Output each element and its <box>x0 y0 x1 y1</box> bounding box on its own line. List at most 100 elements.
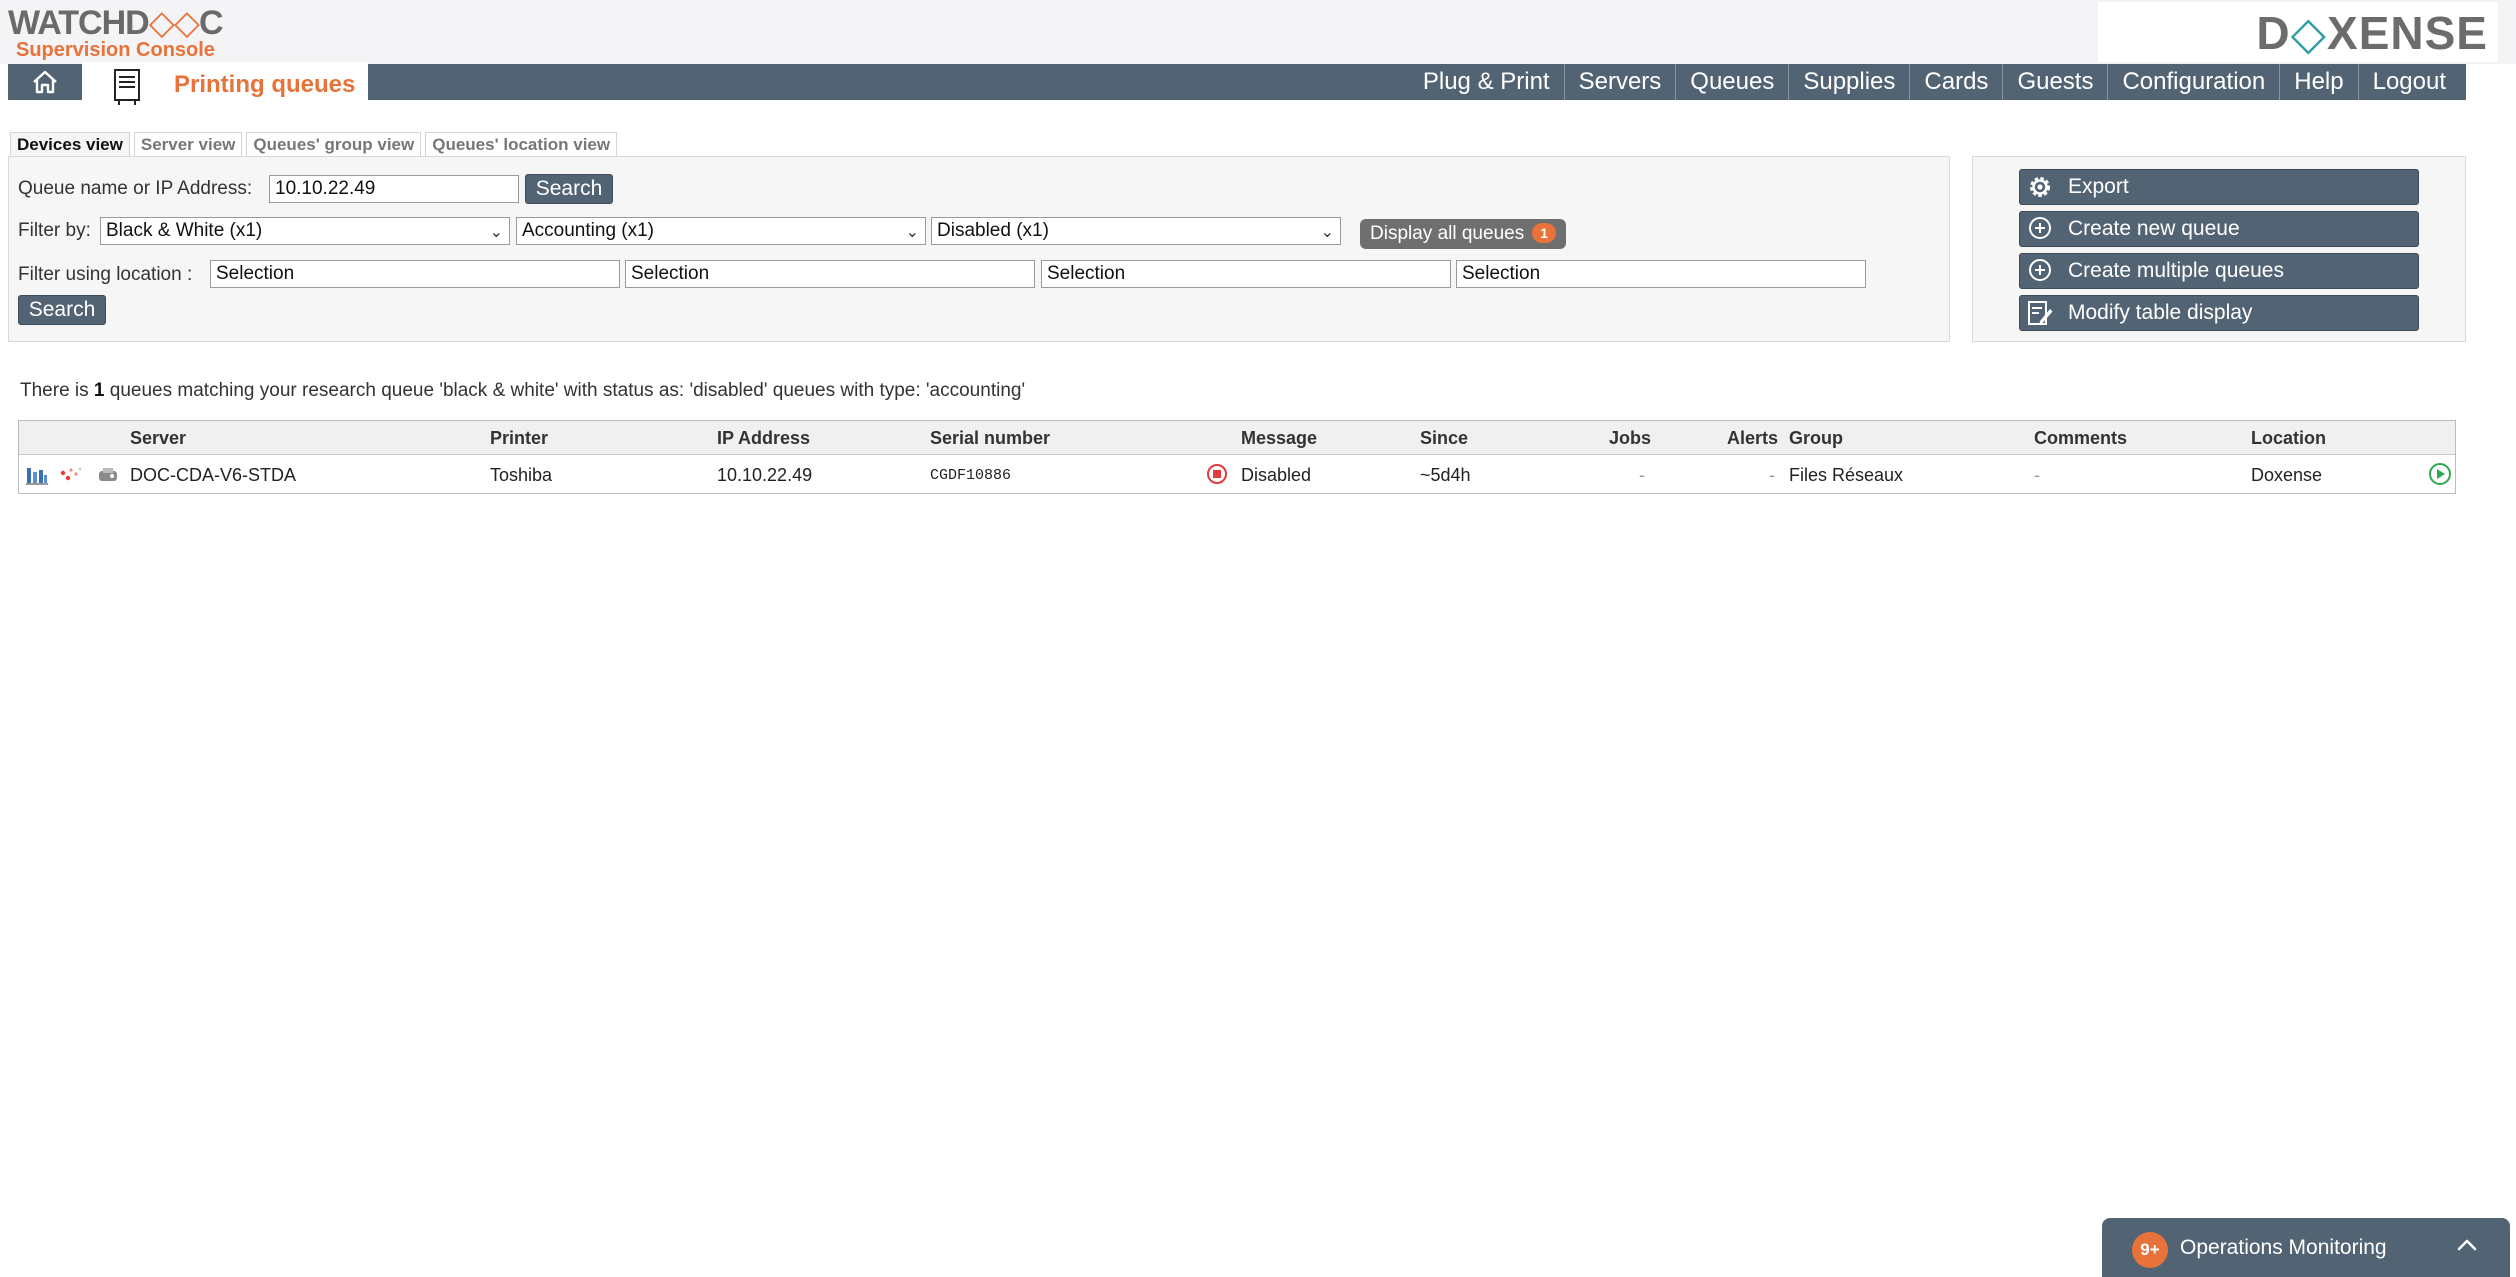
filter-by-label: Filter by: <box>18 220 91 241</box>
play-enable-icon[interactable] <box>2428 462 2452 486</box>
cell-server[interactable]: DOC-CDA-V6-STDA <box>130 465 296 486</box>
col-ip-address[interactable]: IP Address <box>717 428 810 449</box>
modify-table-display-button[interactable]: Modify table display <box>2019 295 2419 331</box>
operations-monitoring-panel[interactable]: 9+ Operations Monitoring <box>2102 1218 2510 1277</box>
doxense-logo: D◇XENSE <box>2098 2 2498 62</box>
nav-item-help[interactable]: Help <box>2279 64 2357 100</box>
queues-table: Server Printer IP Address Serial number … <box>18 420 2456 494</box>
filter-status-value: Disabled (x1) <box>937 220 1049 241</box>
home-button[interactable] <box>8 64 82 100</box>
table-header: Server Printer IP Address Serial number … <box>19 421 2455 455</box>
disabled-status-icon <box>1207 464 1227 484</box>
filter-queue-type-value: Accounting (x1) <box>522 220 655 241</box>
top-header: WATCHD◇◇C Supervision Console D◇XENSE <box>0 0 2516 64</box>
result-prefix: There is <box>20 380 89 401</box>
tab-queues-group-view[interactable]: Queues' group view <box>246 132 422 156</box>
queue-search-label: Queue name or IP Address: <box>18 178 253 199</box>
filter-panel: Queue name or IP Address: Search Filter … <box>8 156 1950 342</box>
display-all-queues-label: Display all queues <box>1370 223 1525 244</box>
create-multiple-queues-label: Create multiple queues <box>2068 259 2284 282</box>
col-serial-number[interactable]: Serial number <box>930 428 1050 449</box>
queue-search-input[interactable] <box>269 175 519 203</box>
search-button[interactable]: Search <box>525 174 613 204</box>
cell-alerts: - <box>1769 465 1775 485</box>
filter-type-value: Black & White (x1) <box>106 220 263 241</box>
col-comments[interactable]: Comments <box>2034 428 2127 449</box>
main-nav: Printing queues Plug & Print Servers Que… <box>8 62 2466 110</box>
action-panel: Export Create new queue Create multiple … <box>1972 156 2466 342</box>
nav-menu: Plug & Print Servers Queues Supplies Car… <box>1409 64 2460 100</box>
chevron-down-icon: ⌄ <box>1320 224 1334 241</box>
location-input-2[interactable] <box>625 260 1035 288</box>
filter-queue-type-select[interactable]: Accounting (x1) ⌄ <box>516 217 926 245</box>
cell-jobs: - <box>1639 465 1645 485</box>
nav-item-guests[interactable]: Guests <box>2002 64 2107 100</box>
watchdoc-logo[interactable]: WATCHD◇◇C Supervision Console <box>8 4 228 61</box>
location-input-4[interactable] <box>1456 260 1866 288</box>
printer-icon <box>114 69 140 105</box>
nav-item-plug-print[interactable]: Plug & Print <box>1409 64 1564 100</box>
cell-serial-number: CGDF10886 <box>930 467 1012 484</box>
col-since[interactable]: Since <box>1420 428 1468 449</box>
cell-comments: - <box>2034 465 2040 485</box>
display-all-queues-button[interactable]: Display all queues 1 <box>1360 219 1567 249</box>
tab-devices-view[interactable]: Devices view <box>10 132 130 156</box>
nav-item-logout[interactable]: Logout <box>2357 64 2460 100</box>
page-title: Printing queues <box>174 71 356 98</box>
export-label: Export <box>2068 175 2129 198</box>
result-suffix: queues matching your research queue 'bla… <box>109 380 1026 401</box>
plus-circle-icon <box>2029 217 2051 239</box>
result-count: 1 <box>93 380 105 401</box>
col-group[interactable]: Group <box>1789 428 1843 449</box>
current-page-tab: Printing queues <box>82 62 368 110</box>
display-all-count-badge: 1 <box>1532 223 1557 243</box>
nav-item-supplies[interactable]: Supplies <box>1788 64 1909 100</box>
cell-since: ~5d4h <box>1420 465 1471 485</box>
location-filter-label: Filter using location : <box>18 264 193 285</box>
table-row[interactable]: DOC-CDA-V6-STDA Toshiba 10.10.22.49 CGDF… <box>19 455 2455 493</box>
gear-icon <box>2030 177 2050 197</box>
operations-monitoring-label: Operations Monitoring <box>2180 1236 2387 1259</box>
tab-server-view[interactable]: Server view <box>133 132 243 156</box>
tab-queues-location-view[interactable]: Queues' location view <box>425 132 618 156</box>
operations-count-badge: 9+ <box>2132 1232 2168 1268</box>
col-location[interactable]: Location <box>2251 428 2326 449</box>
location-search-button[interactable]: Search <box>18 295 106 325</box>
nav-item-configuration[interactable]: Configuration <box>2107 64 2279 100</box>
modify-table-display-label: Modify table display <box>2068 301 2253 324</box>
col-printer[interactable]: Printer <box>490 428 548 449</box>
cell-ip-address: 10.10.22.49 <box>717 465 813 485</box>
chevron-up-icon[interactable] <box>2454 1232 2480 1258</box>
stats-bar-icon[interactable] <box>26 465 48 485</box>
chevron-down-icon: ⌄ <box>905 224 919 241</box>
create-multiple-queues-button[interactable]: Create multiple queues <box>2019 253 2419 289</box>
col-server[interactable]: Server <box>130 428 186 449</box>
cell-printer: Toshiba <box>490 465 553 485</box>
printer-status-icon[interactable] <box>97 466 119 484</box>
cell-location: Doxense <box>2251 465 2323 485</box>
nav-item-servers[interactable]: Servers <box>1563 64 1676 100</box>
edit-table-icon <box>2028 301 2053 325</box>
result-summary: There is 1 queues matching your research… <box>20 380 1025 402</box>
cell-group: Files Réseaux <box>1789 465 1904 485</box>
doxense-logo-text: D◇XENSE <box>2256 7 2488 59</box>
chevron-down-icon: ⌄ <box>489 224 503 241</box>
col-jobs[interactable]: Jobs <box>1609 428 1651 449</box>
location-input-3[interactable] <box>1041 260 1451 288</box>
create-new-queue-button[interactable]: Create new queue <box>2019 211 2419 247</box>
col-message[interactable]: Message <box>1241 428 1317 449</box>
supervision-console-label: Supervision Console <box>16 39 215 61</box>
col-alerts[interactable]: Alerts <box>1727 428 1778 449</box>
create-new-queue-label: Create new queue <box>2068 217 2240 240</box>
nav-item-cards[interactable]: Cards <box>1909 64 2002 100</box>
watchdoc-logo-text: WATCHD◇◇C <box>8 4 224 42</box>
activity-dots-icon[interactable] <box>59 465 83 485</box>
location-input-1[interactable] <box>210 260 620 288</box>
export-button[interactable]: Export <box>2019 169 2419 205</box>
home-icon <box>33 70 57 94</box>
view-tabs: Devices view Server view Queues' group v… <box>10 132 618 156</box>
plus-circle-icon <box>2029 259 2051 281</box>
filter-type-select[interactable]: Black & White (x1) ⌄ <box>100 217 510 245</box>
nav-item-queues[interactable]: Queues <box>1675 64 1788 100</box>
filter-status-select[interactable]: Disabled (x1) ⌄ <box>931 217 1341 245</box>
